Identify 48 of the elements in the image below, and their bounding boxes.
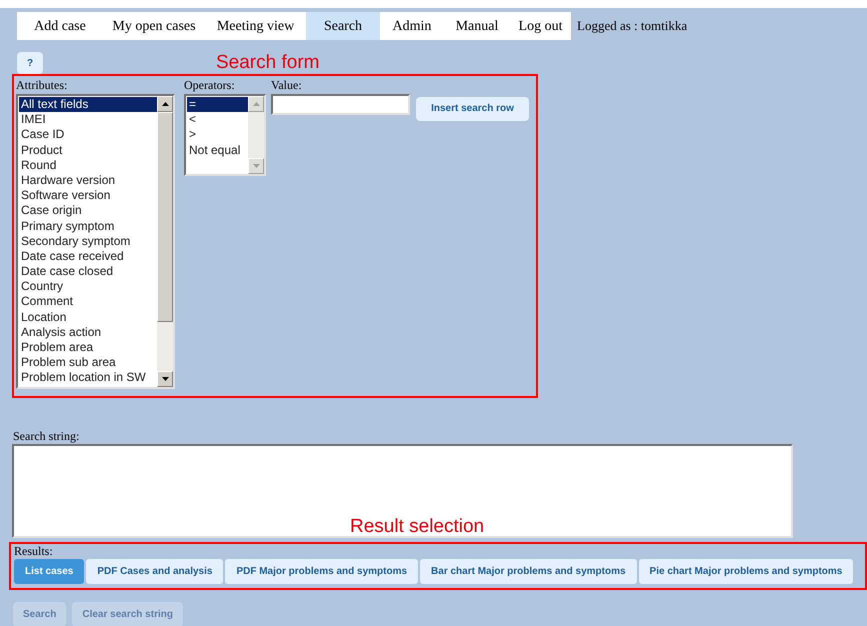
operators-listbox[interactable]: = < > Not equal xyxy=(184,94,266,176)
scroll-up-icon xyxy=(252,102,260,106)
scrollbar[interactable] xyxy=(157,96,173,387)
list-option[interactable]: Country xyxy=(19,279,157,294)
list-option[interactable]: IMEI xyxy=(19,112,157,128)
result-option-button[interactable]: Bar chart Major problems and symptoms xyxy=(420,559,637,584)
nav-tab[interactable]: Search xyxy=(306,12,380,40)
search-string-label: Search string: xyxy=(13,428,80,444)
annotation-label: Result selection xyxy=(350,516,484,538)
list-option[interactable]: Problem sub area xyxy=(19,355,157,370)
list-option[interactable]: > xyxy=(187,127,248,143)
list-option[interactable]: Problem location in SW xyxy=(19,370,157,386)
attributes-label: Attributes: xyxy=(16,77,68,94)
attributes-listbox[interactable] xyxy=(16,94,175,389)
result-option-button[interactable]: Pie chart Major problems and symptoms xyxy=(638,559,854,584)
operators-label: Operators: xyxy=(184,77,236,94)
scroll-down-icon xyxy=(162,377,168,381)
value-label: Value: xyxy=(271,77,303,94)
scroll-down-icon xyxy=(252,164,260,168)
list-option[interactable]: Product xyxy=(19,142,157,158)
list-option[interactable]: Location xyxy=(19,310,157,325)
list-option[interactable]: Not equal xyxy=(187,142,248,158)
list-option[interactable]: < xyxy=(187,112,248,128)
list-option[interactable]: Date case closed xyxy=(19,264,157,280)
results-label: Results: xyxy=(14,544,54,558)
scroll-up-icon xyxy=(162,102,168,106)
list-option[interactable]: Secondary symptom xyxy=(19,234,157,249)
list-option[interactable]: Comment xyxy=(19,294,157,310)
insert-search-row-button[interactable]: Insert search row xyxy=(416,96,529,120)
result-option-button[interactable]: PDF Cases and analysis xyxy=(86,559,224,584)
value-field[interactable] xyxy=(271,94,410,115)
list-option[interactable]: Problem area xyxy=(19,340,157,356)
list-option[interactable]: Round xyxy=(19,158,157,173)
list-option[interactable]: Primary symptom xyxy=(19,218,157,234)
list-option[interactable]: Date case received xyxy=(19,248,157,264)
logged-in-user: Logged as : tomtikka xyxy=(577,17,688,36)
result-option-button[interactable]: PDF Major problems and symptoms xyxy=(225,559,418,584)
list-option[interactable]: Software version xyxy=(19,188,157,204)
list-option[interactable]: Case ID xyxy=(19,127,157,143)
list-option[interactable]: Analysis action xyxy=(19,324,157,340)
list-option[interactable]: = xyxy=(187,97,248,112)
help-button[interactable]: ? xyxy=(17,52,43,74)
list-option[interactable]: Hardware version xyxy=(19,172,157,188)
annotation-label: Search form xyxy=(216,52,320,74)
list-option[interactable]: All text fields xyxy=(19,97,157,112)
list-option[interactable]: Case origin xyxy=(19,203,157,218)
scrollbar[interactable] xyxy=(248,96,264,174)
search-string-field[interactable] xyxy=(12,444,793,538)
